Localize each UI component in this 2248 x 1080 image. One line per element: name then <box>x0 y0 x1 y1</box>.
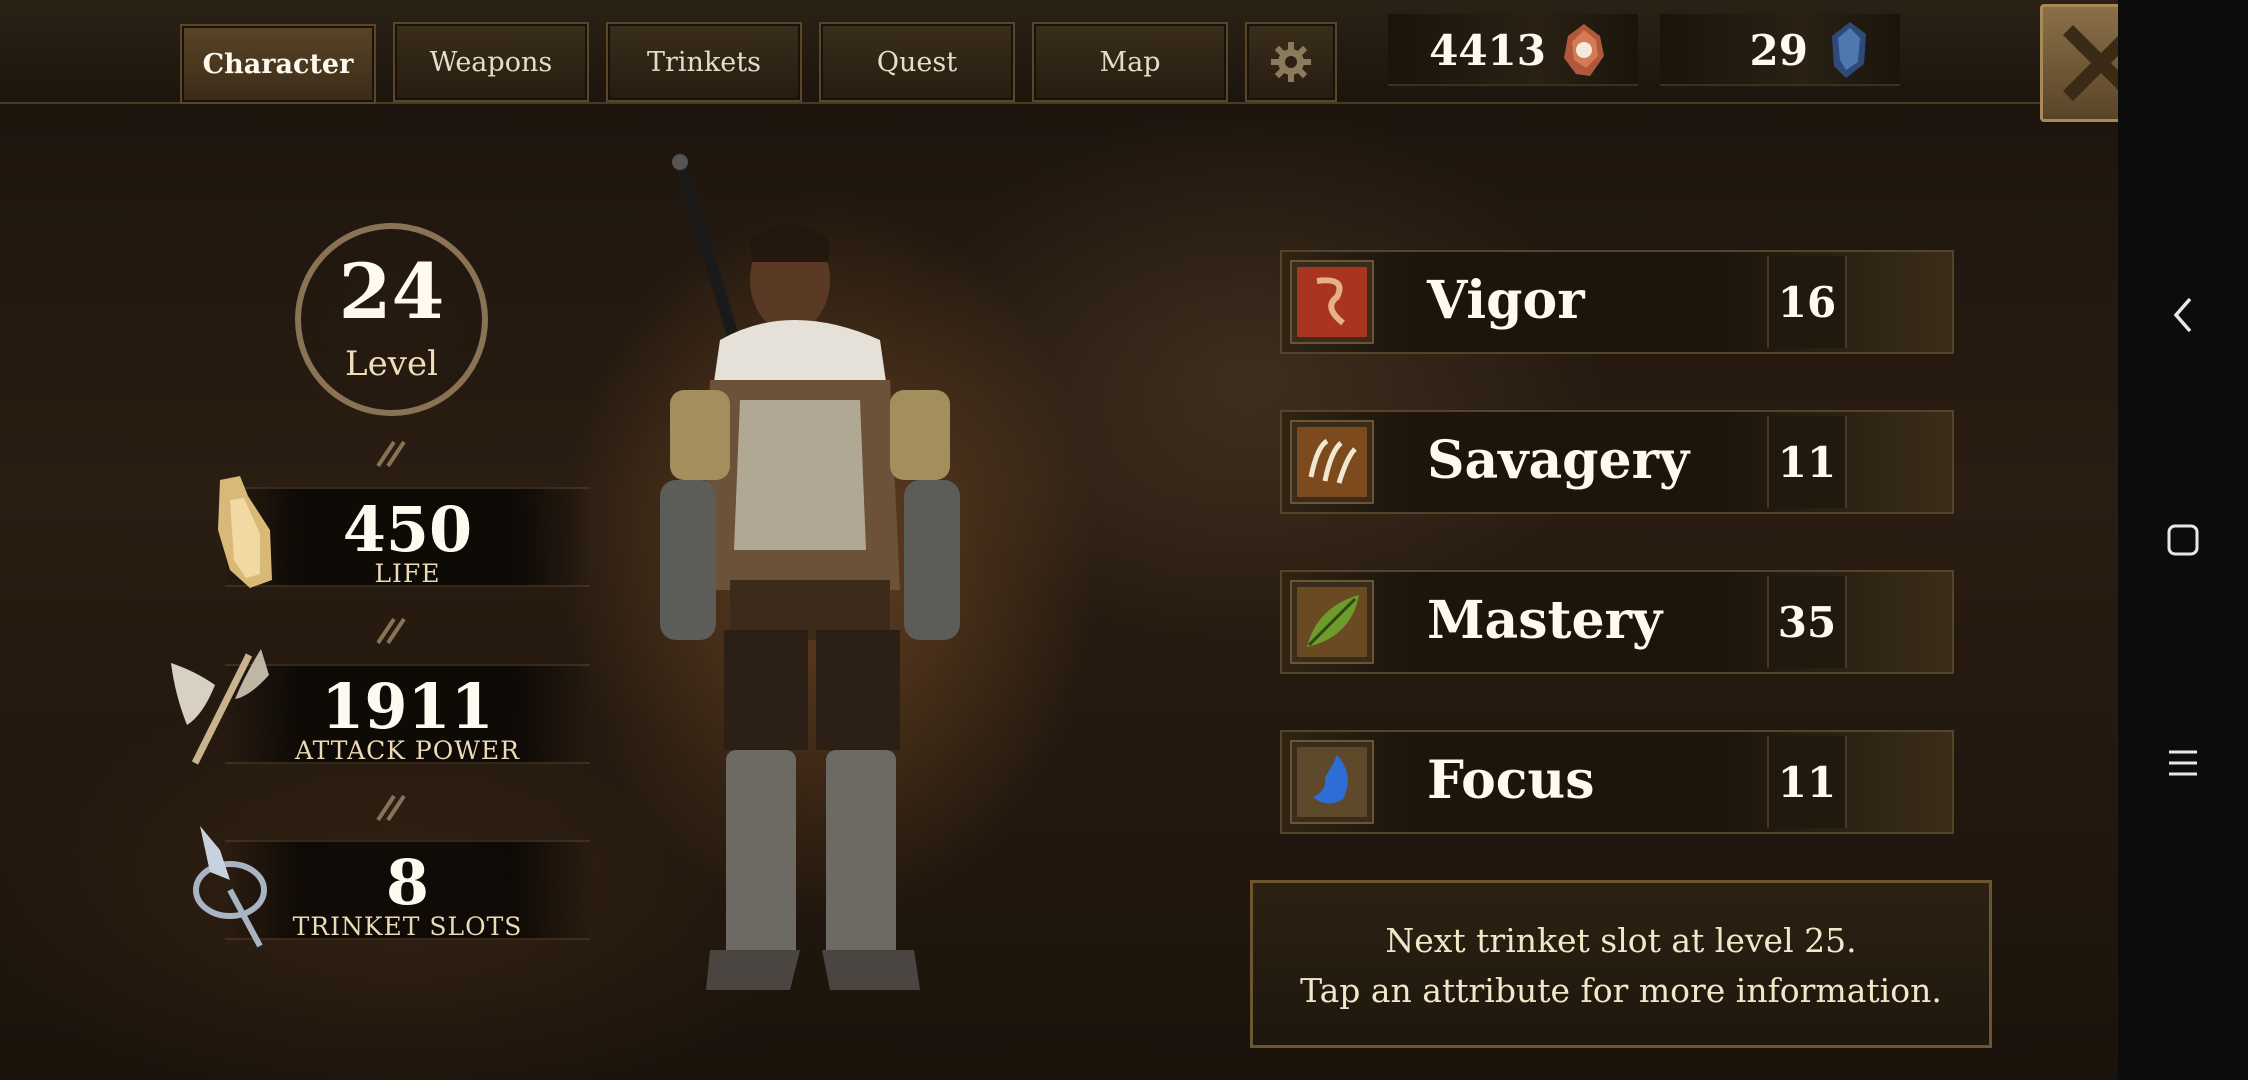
attribute-name: Vigor <box>1427 270 1585 331</box>
axe-icon <box>171 649 269 765</box>
attack-power-label: ATTACK POWER <box>294 736 521 765</box>
tab-map[interactable]: Map <box>1032 22 1228 102</box>
nav-menu-button[interactable] <box>2158 738 2208 788</box>
attribute-value-box: 35 <box>1767 576 1847 668</box>
tab-trinkets[interactable]: Trinkets <box>606 22 802 102</box>
attribute-name: Savagery <box>1427 430 1690 491</box>
attribute-name: Mastery <box>1427 590 1663 651</box>
info-line-2: Tap an attribute for more information. <box>1300 971 1942 1010</box>
attribute-value: 16 <box>1777 278 1837 327</box>
attack-power-stat: 1911 ATTACK POWER <box>225 664 590 765</box>
gem-counter: 4413 <box>1388 14 1638 86</box>
claw-icon <box>1297 427 1367 497</box>
attack-power-value: 1911 <box>321 670 494 743</box>
home-square-icon <box>2167 524 2199 556</box>
crystal-count: 29 <box>1749 26 1808 75</box>
divider-mark <box>376 440 406 468</box>
attribute-focus[interactable]: Focus 11 <box>1280 730 1954 834</box>
attribute-value-box: 11 <box>1767 736 1847 828</box>
attribute-savagery[interactable]: Savagery 11 <box>1280 410 1954 514</box>
savagery-icon-box <box>1290 420 1374 504</box>
attribute-value: 11 <box>1777 758 1837 807</box>
attribute-mastery[interactable]: Mastery 35 <box>1280 570 1954 674</box>
attribute-name: Focus <box>1427 750 1595 811</box>
level-value: 24 <box>338 247 445 336</box>
level-badge: 24 Level <box>295 223 488 416</box>
divider-mark <box>376 617 406 645</box>
character-model <box>660 154 960 990</box>
nav-back-button[interactable] <box>2158 290 2208 340</box>
menu-icon <box>2169 750 2197 776</box>
vigor-icon-box <box>1290 260 1374 344</box>
gauntlet-icon <box>218 476 272 588</box>
top-bar: Character Weapons Trinkets Quest Map 441… <box>0 0 2118 104</box>
attribute-value-box: 11 <box>1767 416 1847 508</box>
info-line-1: Next trinket slot at level 25. <box>1385 921 1857 960</box>
divider-mark <box>376 794 406 822</box>
focus-icon-box <box>1290 740 1374 824</box>
trinket-icon <box>193 826 267 948</box>
tab-weapons[interactable]: Weapons <box>393 22 589 102</box>
nav-home-button[interactable] <box>2158 515 2208 565</box>
crystal-counter: 29 <box>1660 14 1900 86</box>
info-panel: Next trinket slot at level 25. Tap an at… <box>1250 880 1992 1048</box>
leaf-icon <box>1297 587 1367 657</box>
gem-count: 4413 <box>1429 26 1546 75</box>
tab-quest[interactable]: Quest <box>819 22 1015 102</box>
attribute-vigor[interactable]: Vigor 16 <box>1280 250 1954 354</box>
gear-icon <box>1271 42 1311 82</box>
level-label: Level <box>345 344 438 384</box>
settings-button[interactable] <box>1245 22 1337 102</box>
system-nav-bar <box>2118 0 2248 1080</box>
attribute-value-box: 16 <box>1767 256 1847 348</box>
tab-character[interactable]: Character <box>180 24 376 104</box>
attribute-value: 35 <box>1777 598 1837 647</box>
focus-icon <box>1297 747 1367 817</box>
back-icon <box>2173 297 2192 333</box>
mastery-icon-box <box>1290 580 1374 664</box>
attribute-value: 11 <box>1777 438 1837 487</box>
blue-crystal-icon <box>1832 22 1866 78</box>
vigor-icon <box>1297 267 1367 337</box>
red-gem-icon <box>1564 24 1604 76</box>
